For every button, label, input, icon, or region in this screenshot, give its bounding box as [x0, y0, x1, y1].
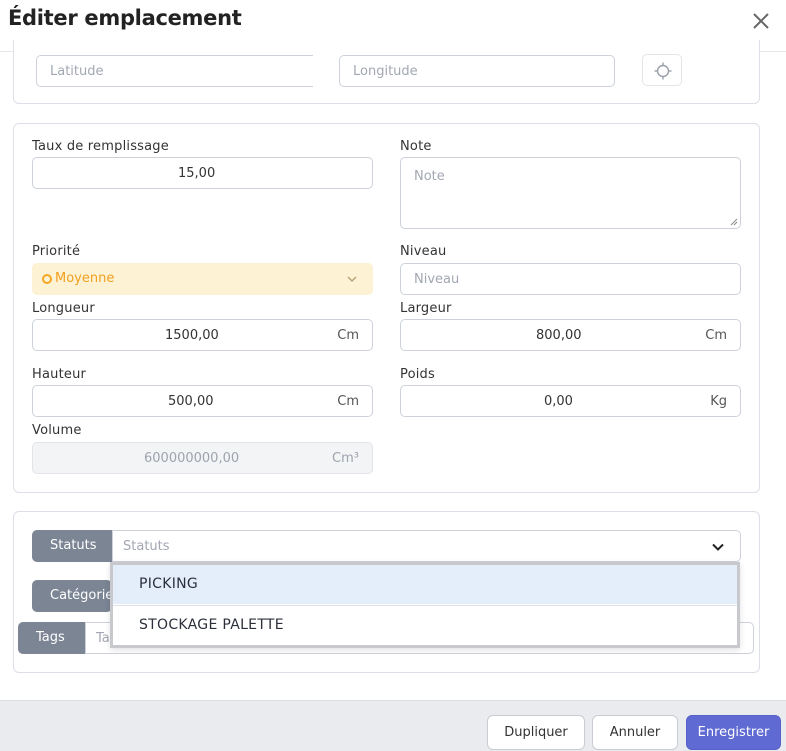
cancel-label: Annuler [609, 725, 661, 740]
height-label: Hauteur [32, 367, 87, 382]
weight-input[interactable]: 0,00 Kg [400, 385, 741, 417]
duplicate-button[interactable]: Dupliquer [487, 715, 585, 750]
save-label: Enregistrer [697, 725, 770, 740]
option-label: STOCKAGE PALETTE [139, 617, 284, 633]
length-unit: Cm [337, 328, 359, 343]
fill-rate-label: Taux de remplissage [32, 139, 169, 154]
statuts-button-label: Statuts [50, 538, 97, 553]
volume-input: 600000000,00 Cm³ [32, 442, 373, 474]
dialog-title: Éditer emplacement [8, 6, 242, 30]
height-value: 500,00 [168, 394, 214, 409]
save-button[interactable]: Enregistrer [686, 715, 781, 750]
latitude-placeholder: Latitude [50, 64, 104, 79]
length-value: 1500,00 [165, 328, 219, 343]
note-placeholder: Note [414, 169, 445, 184]
tags-button[interactable]: Tags [18, 622, 85, 654]
length-label: Longueur [32, 301, 95, 316]
locate-button[interactable] [642, 54, 682, 86]
width-input[interactable]: 800,00 Cm [400, 319, 741, 351]
width-unit: Cm [705, 328, 727, 343]
dropdown-option-picking[interactable]: PICKING [113, 565, 737, 604]
chevron-down-icon [712, 543, 724, 551]
priority-select[interactable]: Moyenne [32, 263, 373, 295]
volume-label: Volume [32, 423, 82, 438]
note-textarea[interactable]: Note [400, 157, 741, 229]
level-label: Niveau [400, 244, 447, 259]
statuts-select[interactable]: Statuts [112, 530, 741, 562]
categories-button[interactable]: Catégorie [32, 580, 112, 612]
length-input[interactable]: 1500,00 Cm [32, 319, 373, 351]
fill-rate-value: 15,00 [178, 166, 216, 181]
priority-dot-icon [42, 274, 52, 284]
width-value: 800,00 [536, 328, 582, 343]
height-unit: Cm [337, 394, 359, 409]
duplicate-label: Dupliquer [504, 725, 568, 740]
fill-rate-input[interactable]: 15,00 [32, 157, 373, 189]
resize-grip-icon[interactable] [730, 218, 738, 226]
tags-placeholder: Ta [96, 631, 110, 646]
close-button[interactable] [748, 8, 774, 34]
weight-label: Poids [400, 367, 435, 382]
level-input[interactable]: Niveau [400, 263, 741, 295]
priority-value: Moyenne [55, 271, 115, 286]
width-label: Largeur [400, 301, 452, 316]
volume-value: 600000000,00 [144, 451, 240, 466]
close-icon [753, 13, 769, 29]
statuts-placeholder: Statuts [123, 539, 170, 554]
crosshair-icon [654, 62, 672, 80]
level-placeholder: Niveau [414, 272, 460, 287]
tags-button-label: Tags [36, 630, 65, 645]
weight-value: 0,00 [544, 394, 573, 409]
note-label: Note [400, 139, 432, 154]
volume-unit: Cm³ [332, 451, 359, 466]
longitude-input[interactable]: Longitude [339, 55, 615, 87]
dialog-footer: Dupliquer Annuler Enregistrer [0, 700, 786, 751]
height-input[interactable]: 500,00 Cm [32, 385, 373, 417]
latitude-input[interactable]: Latitude [36, 55, 313, 87]
cancel-button[interactable]: Annuler [592, 715, 678, 750]
weight-unit: Kg [710, 394, 727, 409]
dropdown-option-stockage-palette[interactable]: STOCKAGE PALETTE [113, 605, 737, 644]
statuts-dropdown: PICKING STOCKAGE PALETTE [110, 562, 740, 648]
option-label: PICKING [139, 576, 199, 592]
chevron-down-icon [347, 276, 357, 283]
priority-label: Priorité [32, 244, 81, 259]
longitude-placeholder: Longitude [353, 64, 418, 79]
categories-button-label: Catégorie [50, 588, 112, 603]
statuts-button[interactable]: Statuts [32, 530, 112, 562]
